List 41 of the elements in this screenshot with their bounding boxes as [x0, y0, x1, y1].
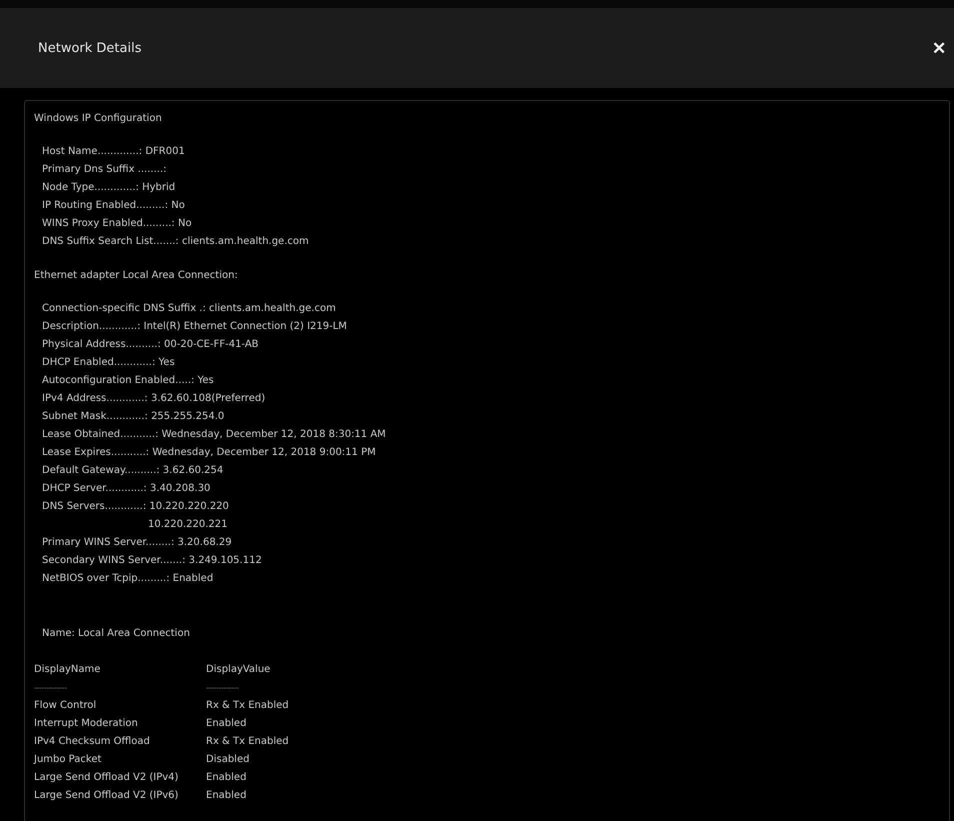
property-value: Enabled [206, 717, 246, 731]
config-line: Connection-specific DNS Suffix .: clients.am.health.ge.com [42, 302, 336, 316]
property-name: IPv4 Checksum Offload [34, 735, 151, 749]
config-line: Description............: Intel(R) Ethernet Connection (2) I219-LM [42, 320, 347, 334]
config-line: Primary Dns Suffix ........: [42, 163, 166, 177]
section-heading: Ethernet adapter Local Area Connection: [34, 269, 238, 283]
column-header: DisplayName [34, 663, 102, 677]
config-line: IPv4 Address............: 3.62.60.108(Preferred) [42, 392, 266, 406]
config-line: DHCP Server............: 3.40.208.30 [42, 482, 210, 496]
config-line: Default Gateway..........: 3.62.60.254 [42, 464, 224, 478]
config-line: DHCP Enabled............: Yes [42, 356, 175, 370]
property-name: Large Send Offload V2 (IPv4) [34, 771, 180, 785]
config-line: Lease Expires...........: Wednesday, December 12, 2018 9:00:11 PM [42, 446, 376, 460]
property-value: Rx & Tx Enabled [206, 735, 289, 749]
config-line: DNS Suffix Search List.......: clients.am.health.ge.com [42, 235, 309, 249]
property-name: Flow Control [34, 699, 98, 713]
config-line: 10.220.220.221 [148, 518, 228, 532]
column-header: DisplayValue [206, 663, 272, 677]
section-heading: Windows IP Configuration [34, 112, 162, 126]
config-line: Subnet Mask............: 255.255.254.0 [42, 410, 224, 424]
config-line: NetBIOS over Tcpip.........: Enabled [42, 572, 214, 586]
property-name: Jumbo Packet [34, 753, 102, 767]
config-line: DNS Servers............: 10.220.220.220 [42, 500, 229, 514]
property-value: Rx & Tx Enabled [206, 699, 289, 713]
config-line: Physical Address..........: 00-20-CE-FF-41-AB [42, 338, 259, 352]
property-value: Enabled [206, 771, 246, 785]
config-line: IP Routing Enabled.........: No [42, 199, 185, 213]
config-line: Secondary WINS Server.......: 3.249.105.112 [42, 554, 262, 568]
adapter-name: Name: Local Area Connection [42, 627, 190, 641]
config-line: Primary WINS Server........: 3.20.68.29 [42, 536, 232, 550]
property-name: Large Send Offload V2 (IPv6) [34, 789, 180, 803]
property-value: Disabled [206, 753, 250, 767]
property-name: Interrupt Moderation [34, 717, 139, 731]
dialog-title: Network Details [38, 40, 142, 56]
config-line: Lease Obtained...........: Wednesday, December 12, 2018 8:30:11 AM [42, 428, 386, 442]
config-line: WINS Proxy Enabled.........: No [42, 217, 192, 231]
property-value: Enabled [206, 789, 246, 803]
config-line: Node Type.............: Hybrid [42, 181, 176, 195]
config-line: Autoconfiguration Enabled.....: Yes [42, 374, 214, 388]
close-button[interactable]: ✕ [930, 40, 948, 56]
config-line: Host Name.............: DFR001 [42, 145, 185, 159]
